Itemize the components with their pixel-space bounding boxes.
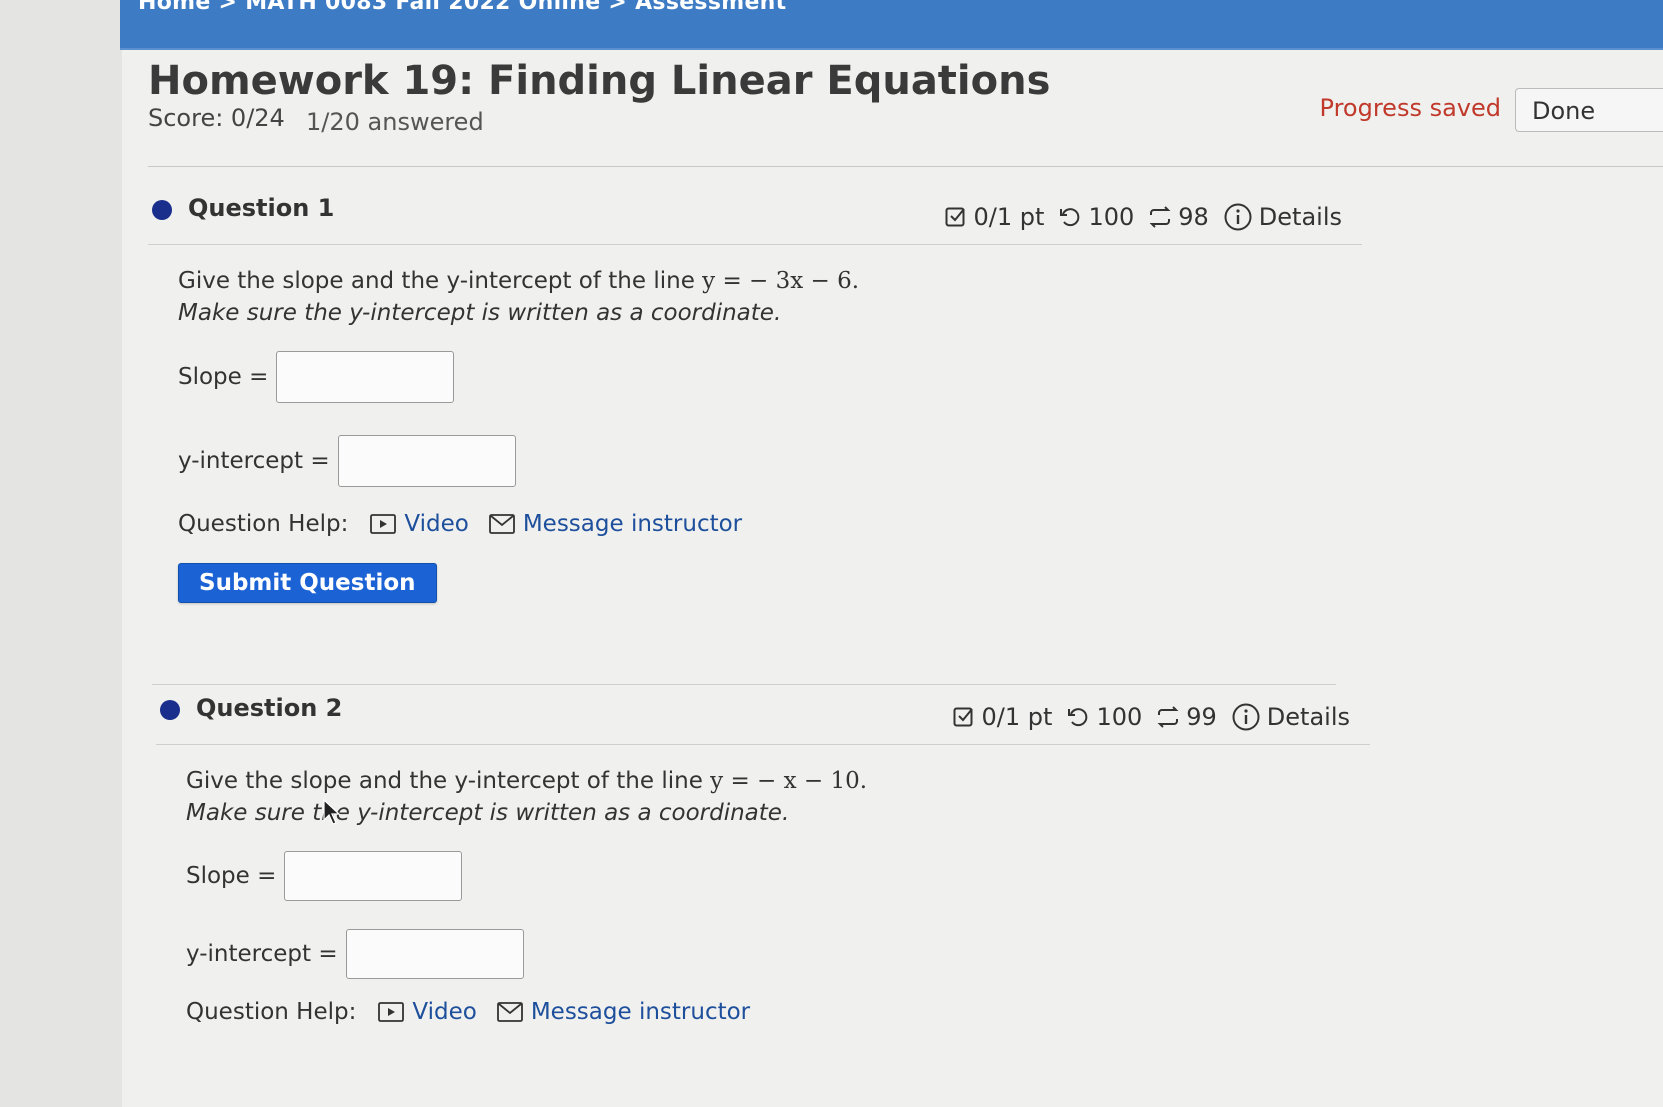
mail-icon	[496, 1002, 523, 1022]
equation: y = − x − 10.	[710, 768, 868, 794]
assessment-page: Homework 19: Finding Linear Equations Sc…	[122, 50, 1663, 1107]
prompt-note: Make sure the y-intercept is written as …	[186, 800, 790, 826]
question-status-dot	[160, 700, 180, 720]
video-icon	[378, 1002, 405, 1022]
mail-icon	[488, 514, 515, 534]
details-label: Details	[1258, 203, 1342, 231]
details-link[interactable]: Details	[1231, 702, 1350, 732]
attempts-indicator: 98	[1148, 203, 1209, 231]
retries-text: 100	[1096, 703, 1143, 731]
retries-indicator: 100	[1066, 703, 1142, 731]
attempts-icon	[1157, 706, 1179, 728]
question-meta: 0/1 pt 100 98 Details	[944, 202, 1342, 232]
retry-icon	[1068, 708, 1088, 727]
points-indicator: 0/1 pt	[952, 703, 1053, 731]
intercept-label: y-intercept =	[178, 448, 330, 474]
attempts-text: 99	[1186, 703, 1217, 731]
question-title: Question 1	[188, 194, 335, 222]
slope-row: Slope =	[186, 851, 1370, 901]
question-body: Give the slope and the y-intercept of th…	[148, 245, 1362, 603]
video-label: Video	[412, 999, 477, 1025]
info-icon	[1232, 703, 1260, 731]
message-instructor-link[interactable]: Message instructor	[496, 999, 751, 1025]
question-help: Question Help: Video Message instructor	[178, 511, 1362, 537]
left-gutter	[0, 0, 122, 1107]
prompt-note: Make sure the y-intercept is written as …	[178, 300, 782, 326]
details-label: Details	[1266, 703, 1350, 731]
intercept-input[interactable]	[345, 929, 524, 979]
slope-label: Slope =	[186, 863, 277, 889]
slope-label: Slope =	[178, 364, 269, 390]
question-status-dot	[152, 200, 172, 220]
info-icon	[1224, 203, 1252, 231]
retries-text: 100	[1088, 203, 1135, 231]
video-label: Video	[404, 511, 469, 537]
prompt-text: Give the slope and the y-intercept of th…	[178, 268, 703, 294]
message-label: Message instructor	[522, 511, 743, 537]
intercept-row: y-intercept =	[186, 929, 1370, 979]
question-meta: 0/1 pt 100 99 Details	[952, 702, 1350, 732]
question-body: Give the slope and the y-intercept of th…	[156, 745, 1370, 1025]
help-label: Question Help:	[186, 999, 357, 1025]
slope-row: Slope =	[178, 351, 1362, 403]
question-title: Question 2	[196, 694, 343, 722]
submit-question-button[interactable]: Submit Question	[178, 563, 437, 603]
equation: y = − 3x − 6.	[702, 268, 860, 294]
question-prompt: Give the slope and the y-intercept of th…	[178, 265, 1362, 297]
prompt-text: Give the slope and the y-intercept of th…	[186, 768, 711, 794]
slope-input[interactable]	[276, 351, 455, 403]
attempts-indicator: 99	[1156, 703, 1217, 731]
top-navigation-bar: Home > MATH 0083 Fall 2022 Online > Asse…	[120, 0, 1663, 50]
message-instructor-link[interactable]: Message instructor	[488, 511, 743, 537]
intercept-input[interactable]	[337, 435, 516, 487]
help-label: Question Help:	[178, 511, 349, 537]
video-link[interactable]: Video	[378, 999, 477, 1025]
slope-input[interactable]	[284, 851, 463, 901]
points-text: 0/1 pt	[981, 703, 1053, 731]
intercept-row: y-intercept =	[178, 435, 1362, 487]
done-button[interactable]: Done	[1515, 88, 1663, 132]
mouse-cursor-icon	[323, 798, 341, 825]
points-text: 0/1 pt	[973, 203, 1045, 231]
question-prompt: Give the slope and the y-intercept of th…	[186, 765, 1370, 797]
answered-count: 1/20 answered	[306, 108, 484, 136]
video-link[interactable]: Video	[370, 511, 469, 537]
checkbox-icon	[953, 707, 973, 727]
header-divider	[148, 166, 1663, 167]
message-label: Message instructor	[530, 999, 751, 1025]
retry-icon	[1060, 208, 1080, 227]
details-link[interactable]: Details	[1223, 202, 1342, 232]
question-2: Question 2 0/1 pt 100 99 Details Give th…	[156, 684, 1370, 1025]
retries-indicator: 100	[1058, 203, 1134, 231]
breadcrumb[interactable]: Home > MATH 0083 Fall 2022 Online > Asse…	[138, 0, 786, 15]
question-header: Question 1 0/1 pt 100 98 Details	[148, 184, 1362, 245]
page-title: Homework 19: Finding Linear Equations	[148, 58, 1051, 104]
score-text: Score: 0/24	[148, 104, 285, 132]
points-indicator: 0/1 pt	[944, 203, 1045, 231]
question-help: Question Help: Video Message instructor	[186, 999, 1370, 1025]
question-1: Question 1 0/1 pt 100 98 Details Give th…	[148, 184, 1362, 603]
question-header: Question 2 0/1 pt 100 99 Details	[156, 684, 1370, 745]
video-icon	[370, 514, 397, 534]
checkbox-icon	[945, 207, 965, 227]
progress-status: Progress saved	[1319, 94, 1501, 122]
attempts-text: 98	[1178, 203, 1209, 231]
attempts-icon	[1149, 206, 1171, 228]
intercept-label: y-intercept =	[186, 941, 338, 967]
